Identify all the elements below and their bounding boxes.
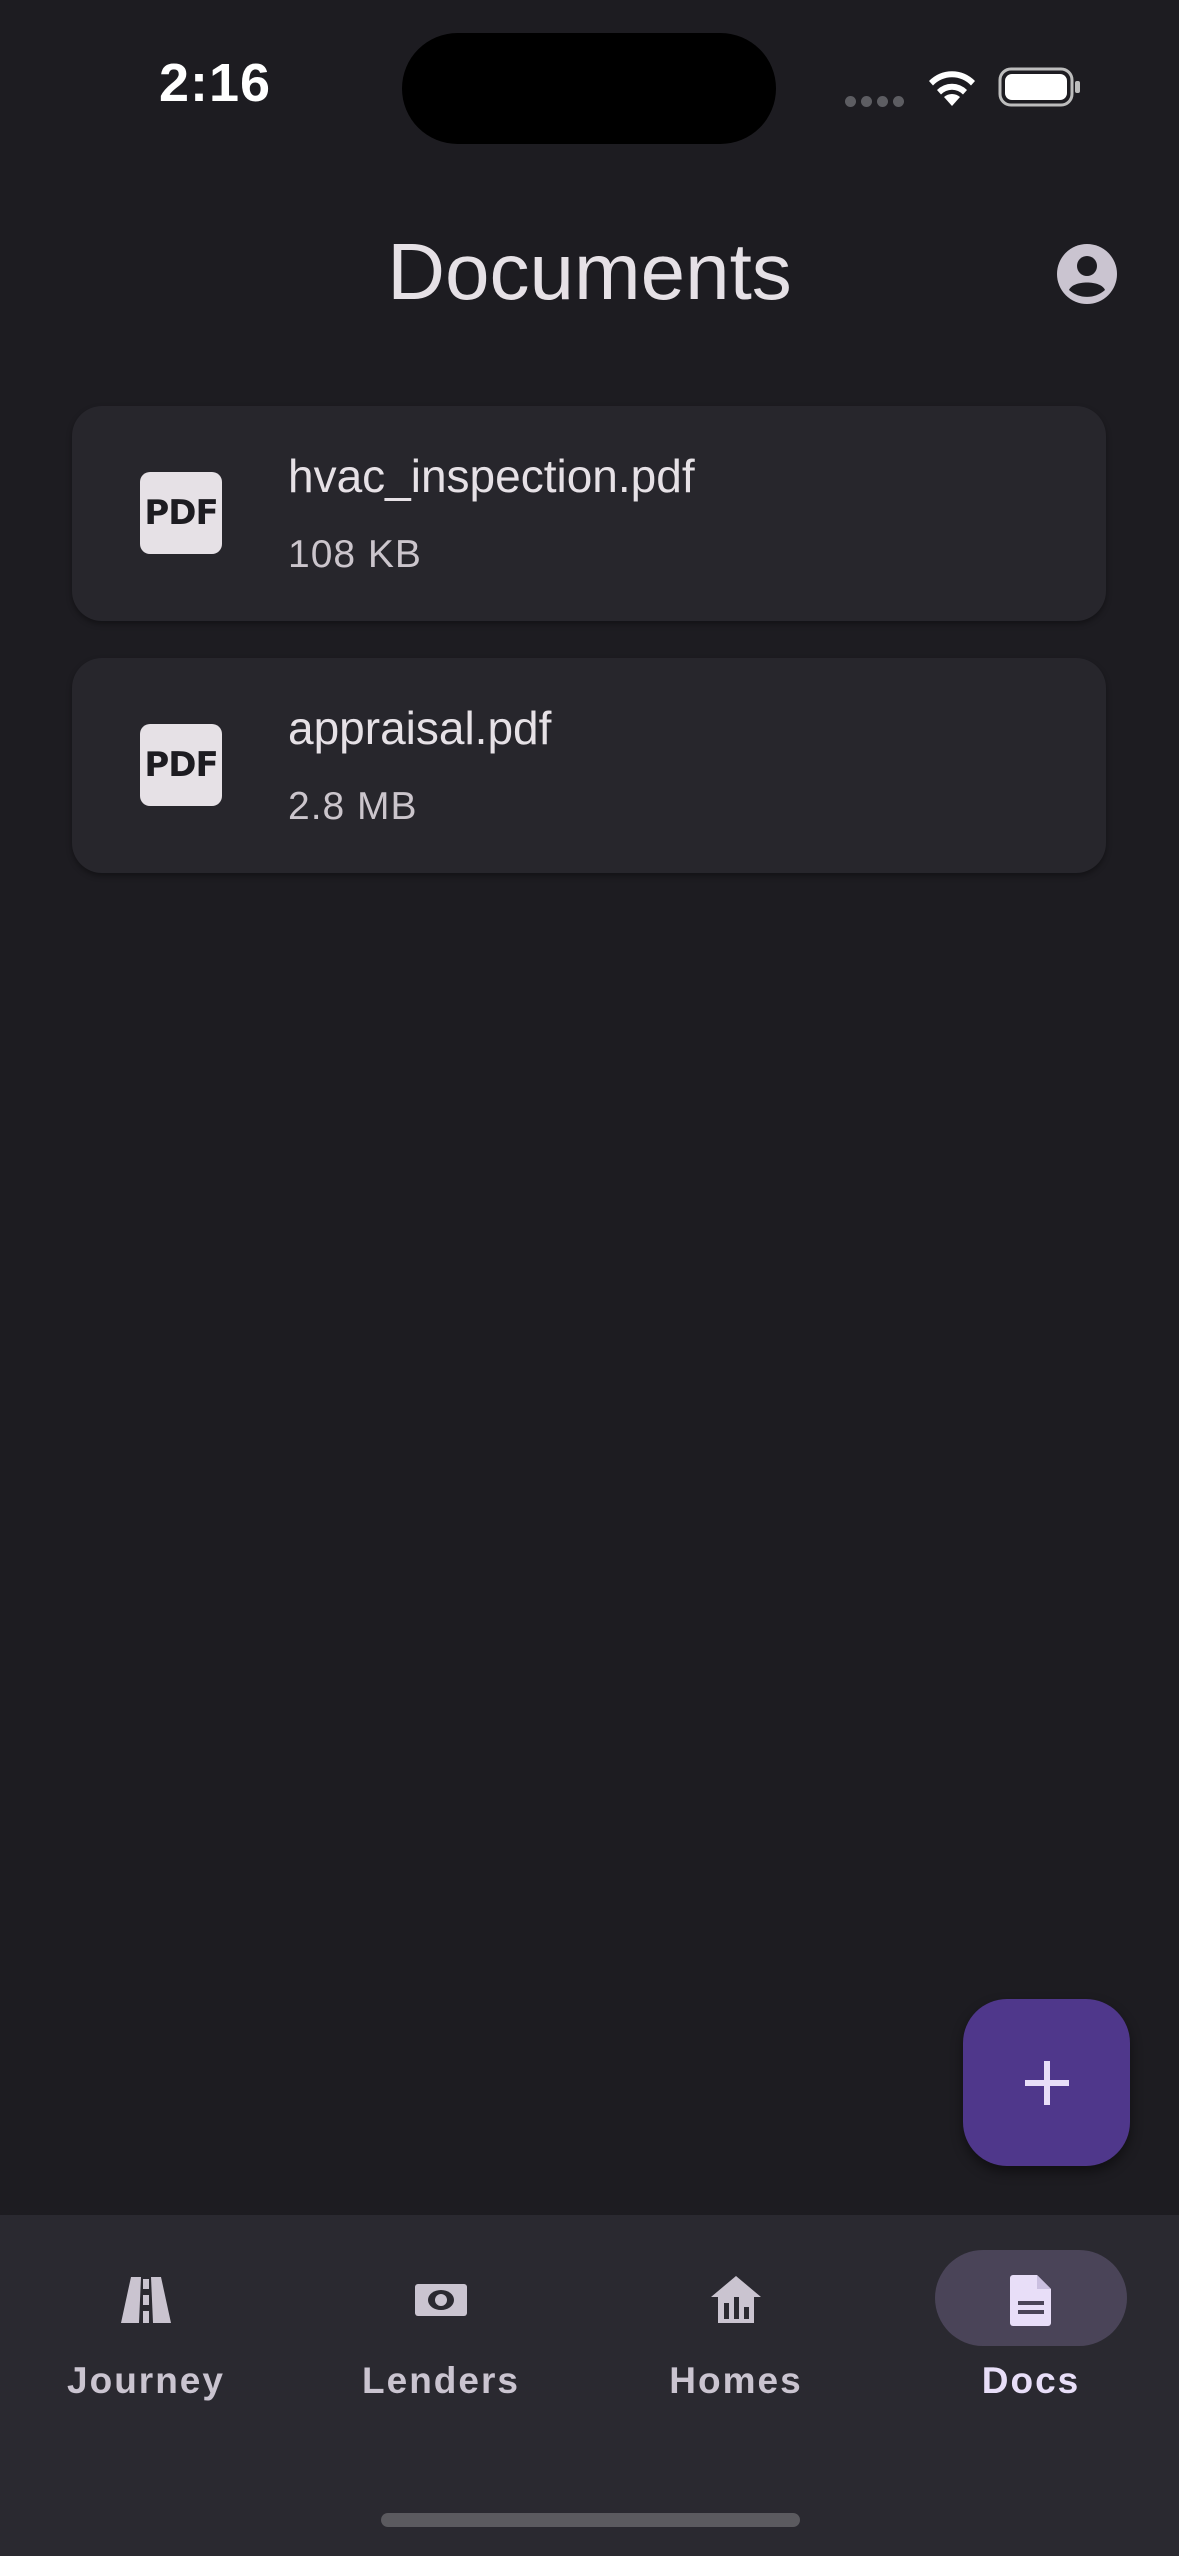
wifi-icon [929,71,975,106]
bottom-navigation: Journey Lenders Homes Docs [0,2215,1179,2556]
battery-icon [998,67,1080,107]
document-size: 108 KB [288,533,422,576]
document-icon [1010,2275,1051,2326]
home-icon [711,2276,761,2323]
cellular-signal-icon [845,96,905,108]
status-time: 2:16 [158,53,272,113]
document-name: appraisal.pdf [288,702,552,754]
nav-label: Docs [981,2360,1081,2401]
nav-item-lenders[interactable]: Lenders [263,2215,557,2455]
home-indicator[interactable] [381,2513,800,2527]
nav-item-homes[interactable]: Homes [558,2215,852,2455]
pdf-file-icon: PDF [140,472,222,554]
document-card[interactable]: PDF hvac_inspection.pdf 108 KB [72,406,1106,621]
dynamic-island [402,33,776,144]
document-size: 2.8 MB [288,785,418,828]
plus-icon [1025,2061,1069,2105]
account-circle-icon[interactable] [1055,242,1119,306]
page-title: Documents [387,227,792,316]
add-document-button[interactable] [963,1999,1130,2166]
payments-icon [415,2284,467,2316]
road-icon [121,2277,171,2323]
document-card[interactable]: PDF appraisal.pdf 2.8 MB [72,658,1106,873]
document-name: hvac_inspection.pdf [288,450,695,502]
nav-item-journey[interactable]: Journey [0,2215,262,2455]
status-bar: 2:16 [0,0,1179,180]
pdf-file-icon: PDF [140,724,222,806]
nav-item-docs[interactable]: Docs [853,2215,1147,2455]
